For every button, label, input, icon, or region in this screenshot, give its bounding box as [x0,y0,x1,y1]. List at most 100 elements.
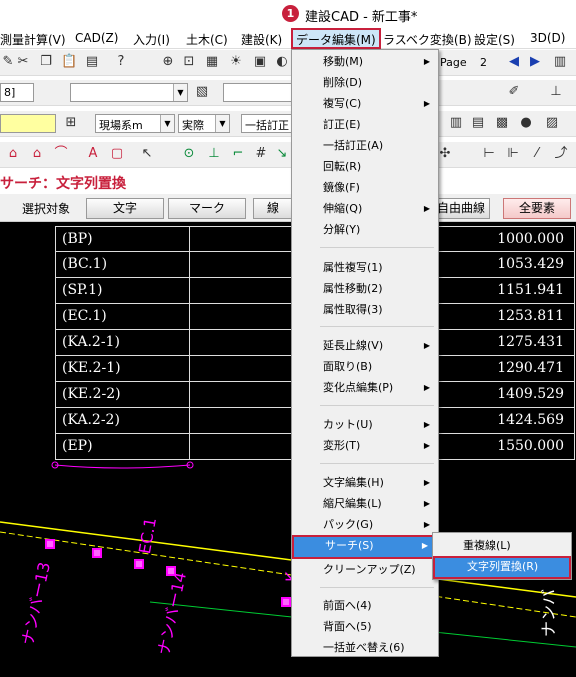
page-panel-icon[interactable]: ▥ [552,54,568,70]
menu-item-label: 文字編集(H) [323,476,384,489]
coord-system-combo[interactable]: 現場系m ▼ [95,114,175,133]
copy-icon[interactable]: ❐ [38,54,54,70]
pencil-icon[interactable]: ✎ [0,54,16,70]
menu-survey[interactable]: 測量計算(V) [0,31,66,48]
menu-item-delete[interactable]: 削除(D) [292,72,438,93]
view-icon[interactable]: ▣ [252,54,268,70]
color-combo[interactable] [0,114,56,133]
filter-all-button[interactable]: 全要素 [503,198,571,219]
menu-item-copy[interactable]: 複写(C) ▶ [292,93,438,114]
house-icon[interactable]: ⌂ [5,146,21,162]
frame-icon[interactable]: ▢ [109,146,125,162]
dimension-icon[interactable]: ⊥ [548,84,564,100]
next-page-icon[interactable]: ▶ [527,54,543,70]
prev-page-icon[interactable]: ◀ [506,54,522,70]
fill-icon[interactable]: ▩ [494,115,510,131]
snap-corner-icon[interactable]: ⌐ [230,146,246,162]
menu-item-batch-correct[interactable]: 一括訂正(A) [292,135,438,156]
menu-item-chamfer[interactable]: 面取り(B) [292,356,438,377]
pointer-icon[interactable]: ↖ [139,146,155,162]
menu-item-vertex-edit[interactable]: 変化点編集(P) ▶ [292,377,438,398]
arc-icon[interactable]: ⌒ [53,146,69,162]
station-marker[interactable] [45,539,55,549]
snap-cross-icon[interactable]: ✣ [437,146,453,162]
menu-item-explode[interactable]: 分解(Y) [292,219,438,240]
measure-line-icon[interactable]: ⁄ [529,146,545,162]
batch-correct-field[interactable]: 一括訂正 [241,114,293,133]
menu-item-label: 回転(R) [323,160,362,173]
palette-icon[interactable]: ▥ [448,115,464,131]
snap-icon[interactable]: ↘ [274,146,290,162]
canvas-label-number-partial[interactable]: ナンバ [535,589,559,637]
station-marker[interactable] [134,559,144,569]
cut-icon[interactable]: ✂ [15,54,31,70]
layer-combo[interactable]: 8] [0,83,34,102]
attribute-combo[interactable]: ▼ [70,83,188,102]
menu-item-correct[interactable]: 訂正(E) [292,114,438,135]
menu-item-scale-edit[interactable]: 縮尺編集(L) ▶ [292,493,438,514]
menu-item-attr-move[interactable]: 属性移動(2) [292,278,438,299]
menu-item-text-edit[interactable]: 文字編集(H) ▶ [292,472,438,493]
menu-item-mirror[interactable]: 鏡像(F) [292,177,438,198]
menu-item-pack[interactable]: パック(G) ▶ [292,514,438,535]
hatch-icon[interactable]: ▤ [470,115,486,131]
eyedropper-icon[interactable]: ✐ [506,84,522,100]
menu-civil[interactable]: 土木(C) [186,31,228,48]
measure-arc-icon[interactable]: ⤴ [553,146,569,162]
paste-icon[interactable]: 📋 [61,54,77,70]
layer-add-icon[interactable]: ⊞ [63,115,79,131]
measure-angle-icon[interactable]: ⊩ [505,146,521,162]
menu-item-attr-copy[interactable]: 属性複写(1) [292,257,438,278]
menu-input[interactable]: 入力(I) [133,31,170,48]
house-outline-icon[interactable]: ⌂ [29,146,45,162]
snap-end-icon[interactable]: ⊥ [206,146,222,162]
menu-item-search[interactable]: サーチ(S) ▶ [292,535,438,559]
menu-item-cleanup[interactable]: クリーンアップ(Z) [292,559,438,580]
menu-data-edit[interactable]: データ編集(M) [291,28,381,49]
submenu-item-string-replace[interactable]: 文字列置換(R) [433,556,571,579]
paste-special-icon[interactable]: ▤ [84,54,100,70]
filter-mark-button[interactable]: マーク [168,198,246,219]
menu-3d[interactable]: 3D(D) [530,31,565,45]
menu-construction[interactable]: 建設(K) [241,31,282,48]
menu-item-stretch[interactable]: 伸縮(Q) ▶ [292,198,438,219]
image-icon[interactable]: ▨ [544,115,560,131]
grid-icon[interactable]: # [253,146,269,162]
menu-item-cut[interactable]: カット(U) ▶ [292,414,438,435]
drawing-canvas[interactable]: (BP) 1000.000 (BC.1) 1053.429 (SP.1) 115… [0,222,576,677]
menu-settings[interactable]: 設定(S) [474,31,515,48]
menu-item-rotate[interactable]: 回転(R) [292,156,438,177]
menu-item-move[interactable]: 移動(M) ▶ [292,51,438,72]
toolbar-3: ⊞ 現場系m ▼ 実際 ▼ 一括訂正 ▥ ▤ ▩ ● ▨ [0,111,576,137]
scale-value: 実際 [182,119,204,132]
station-marker[interactable] [281,597,291,607]
move-icon[interactable]: ◐ [274,54,290,70]
menu-item-extend-trim[interactable]: 延長止線(V) ▶ [292,335,438,356]
menu-item-bring-front[interactable]: 前面へ(4) [292,595,438,616]
menu-item-batch-sort[interactable]: 一括並べ替え(6) [292,637,438,658]
menu-item-attr-get[interactable]: 属性取得(3) [292,299,438,320]
menu-cad[interactable]: CAD(Z) [75,31,118,45]
scale-combo[interactable]: 実際 ▼ [178,114,230,133]
text-all-icon[interactable]: A [85,146,101,162]
menu-item-label: 属性複写(1) [323,261,383,274]
help-icon[interactable]: ? [113,54,129,70]
light-icon[interactable]: ☀ [228,54,244,70]
filter-line-button[interactable]: 線 [253,198,293,219]
layer-settings-icon[interactable]: ▧ [194,84,210,100]
style-combo[interactable] [223,83,293,102]
color-wheel-icon[interactable]: ● [518,115,534,131]
snap-point-icon[interactable]: ⊙ [181,146,197,162]
zoom-window-icon[interactable]: ▦ [204,54,220,70]
zoom-icon[interactable]: ⊕ [160,54,176,70]
station-marker[interactable] [92,548,102,558]
menu-raster-vector[interactable]: ラスベク変換(B) [383,31,472,48]
zoom-all-icon[interactable]: ⊡ [181,54,197,70]
submenu-item-label: 文字列置換(R) [467,560,539,573]
measure-icon[interactable]: ⊢ [481,146,497,162]
submenu-item-duplicate-lines[interactable]: 重複線(L) [433,535,571,556]
filter-free-curve-button[interactable]: 自由曲線 [432,198,490,219]
filter-text-button[interactable]: 文字 [86,198,164,219]
menu-item-send-back[interactable]: 背面へ(5) [292,616,438,637]
menu-item-transform[interactable]: 変形(T) ▶ [292,435,438,456]
